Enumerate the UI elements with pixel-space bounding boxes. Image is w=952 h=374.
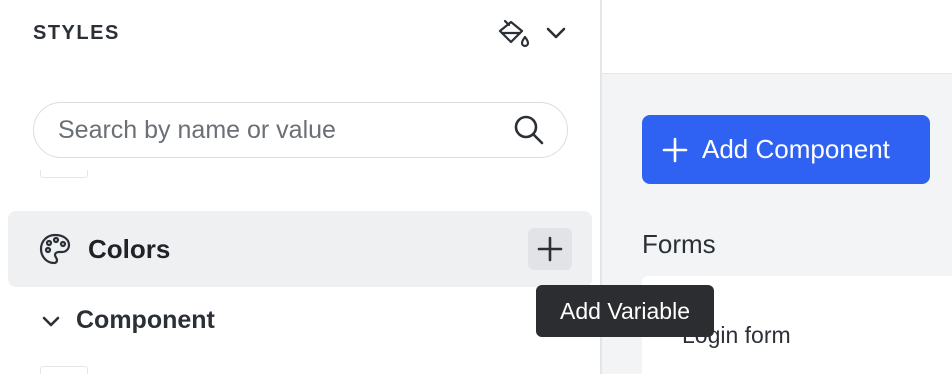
add-component-button[interactable]: Add Component [642,115,930,184]
add-component-label: Add Component [702,134,890,164]
chevron-down-icon [42,316,60,326]
swatch-stub [40,366,88,374]
plus-icon [537,236,563,262]
swatch-stub [40,170,88,178]
plus-icon [662,137,688,162]
styles-panel: STYLES Search by name or value Colors Co… [0,0,600,374]
paint-bucket-icon[interactable] [496,18,530,48]
canvas-topbar [602,0,952,74]
section-component[interactable]: Component [40,306,215,335]
chevron-down-icon[interactable] [544,21,568,45]
add-variable-button[interactable] [528,228,572,270]
search-icon[interactable] [513,114,545,146]
section-colors[interactable]: Colors [8,211,592,287]
palette-icon [38,232,72,266]
tooltip: Add Variable [536,285,714,337]
section-label: Colors [88,233,171,264]
search-input[interactable] [58,115,513,145]
search-field[interactable] [33,102,568,158]
group-title: Forms [642,229,716,259]
app-root: STYLES Search by name or value Colors Co… [0,0,952,374]
panel-header-actions [496,18,568,48]
section-label: Component [76,306,215,334]
panel-title: STYLES [33,22,120,44]
